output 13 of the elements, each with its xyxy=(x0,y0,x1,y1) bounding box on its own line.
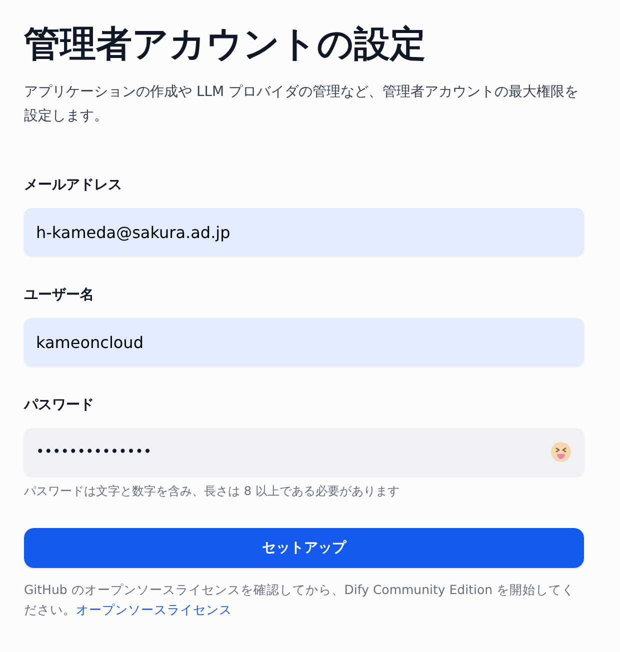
hint-text: パスワードは文字と数字を含み、長さは 8 以上である必要があります xyxy=(24,483,400,500)
input-field[interactable]: h-kameda@sakura.ad.jp xyxy=(24,208,584,256)
emoji-icon[interactable] xyxy=(550,441,572,463)
field-label: ユーザー名 xyxy=(24,286,95,304)
field-label: パスワード xyxy=(24,396,95,414)
license-link[interactable]: オープンソースライセンス xyxy=(76,602,232,617)
page-title: 管理者アカウントの設定 xyxy=(24,23,427,67)
field-label: メールアドレス xyxy=(24,176,123,194)
password-field[interactable]: •••••••••••••• xyxy=(24,428,584,476)
input-field[interactable]: kameoncloud xyxy=(24,318,584,366)
license-notice: GitHub のオープンソースライセンスを確認してから、Dify Community Edition を開始してください。オープンソースライセンス xyxy=(24,581,576,619)
page-description: アプリケーションの作成や LLM プロバイダの管理など、管理者アカウントの最大権限を設定します。 xyxy=(24,83,580,126)
setup-button[interactable]: セットアップ xyxy=(24,528,584,568)
